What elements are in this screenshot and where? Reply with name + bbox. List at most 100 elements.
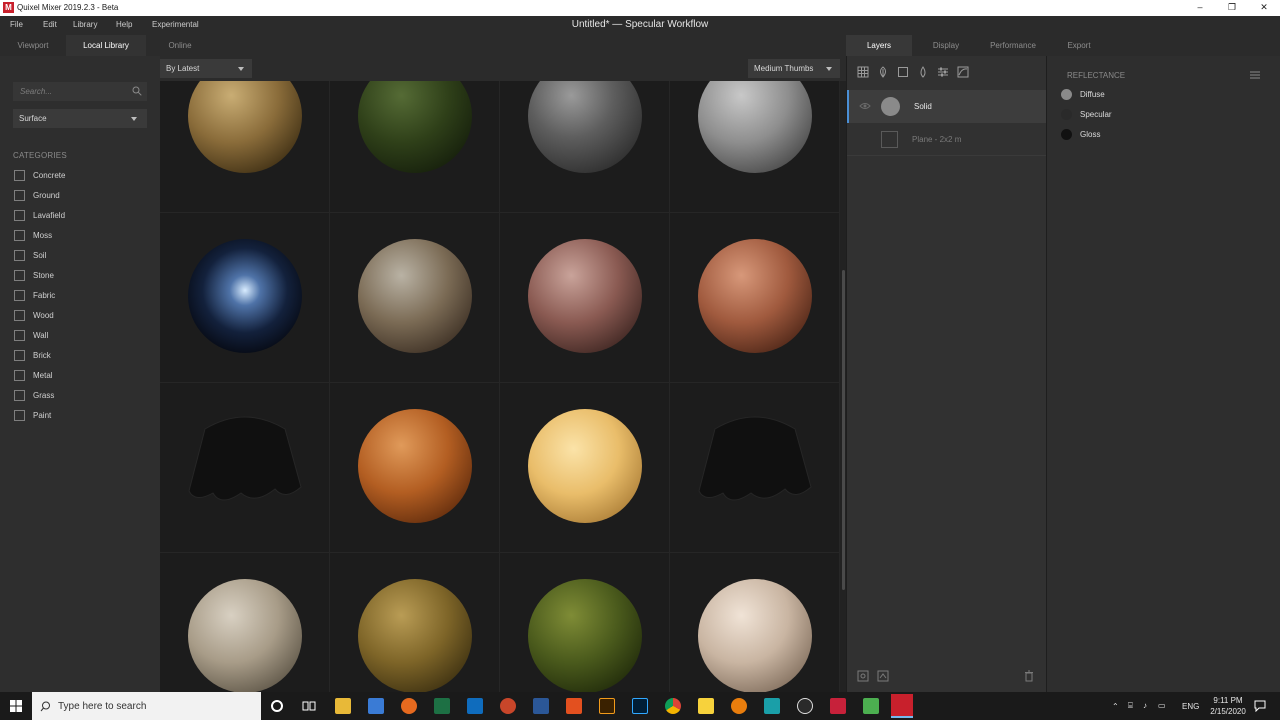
checkbox[interactable] bbox=[14, 190, 25, 201]
asset-thumbnail bbox=[528, 579, 642, 692]
thumbnail-size-dropdown[interactable]: Medium Thumbs bbox=[748, 59, 840, 78]
menu-edit[interactable]: Edit bbox=[43, 20, 57, 29]
checkbox[interactable] bbox=[14, 290, 25, 301]
checkbox[interactable] bbox=[14, 330, 25, 341]
color-swatch[interactable] bbox=[1061, 129, 1072, 140]
asset-tile[interactable] bbox=[330, 81, 500, 213]
search-icon[interactable] bbox=[132, 86, 142, 96]
asset-tile[interactable] bbox=[670, 81, 840, 213]
tab-display[interactable]: Display bbox=[912, 35, 980, 56]
chevron-up-icon[interactable]: ⌃ bbox=[1112, 702, 1119, 711]
outlook-icon[interactable] bbox=[467, 698, 483, 714]
asset-tile[interactable] bbox=[330, 213, 500, 383]
sticky-notes-icon[interactable] bbox=[698, 698, 714, 714]
blender-icon[interactable] bbox=[731, 698, 747, 714]
minimize-button[interactable]: – bbox=[1184, 0, 1216, 16]
substance-icon[interactable] bbox=[830, 698, 846, 714]
asset-tile[interactable] bbox=[160, 213, 330, 383]
checkbox[interactable] bbox=[14, 210, 25, 221]
add-layer-icon[interactable] bbox=[857, 670, 869, 682]
maximize-button[interactable]: ❐ bbox=[1216, 0, 1248, 16]
asset-tile[interactable] bbox=[500, 553, 670, 692]
asset-tile[interactable] bbox=[330, 553, 500, 692]
menu-help[interactable]: Help bbox=[116, 20, 132, 29]
asset-tile[interactable] bbox=[500, 213, 670, 383]
clock-date[interactable]: 2/15/2020 bbox=[1204, 707, 1252, 716]
asset-tile[interactable] bbox=[500, 383, 670, 553]
color-swatch[interactable] bbox=[1061, 89, 1072, 100]
asset-thumbnail bbox=[358, 81, 472, 173]
photoshop-icon[interactable] bbox=[632, 698, 648, 714]
battery-icon[interactable]: ▭ bbox=[1158, 701, 1166, 710]
tab-performance[interactable]: Performance bbox=[980, 35, 1046, 56]
asset-tile[interactable] bbox=[330, 383, 500, 553]
taskbar-search-box[interactable]: Type here to search bbox=[32, 692, 261, 720]
checkbox[interactable] bbox=[14, 170, 25, 181]
add-mask-icon[interactable] bbox=[877, 670, 889, 682]
asset-tile[interactable] bbox=[160, 383, 330, 553]
unreal-engine-icon[interactable] bbox=[797, 698, 813, 714]
tab-layers[interactable]: Layers bbox=[846, 35, 912, 56]
asset-tile[interactable] bbox=[670, 553, 840, 692]
tab-online[interactable]: Online bbox=[146, 35, 214, 56]
cortana-icon[interactable] bbox=[271, 700, 283, 712]
layer-row-solid[interactable]: Solid bbox=[847, 90, 1046, 123]
chrome-icon[interactable] bbox=[665, 698, 681, 714]
clock-time[interactable]: 9:11 PM bbox=[1210, 696, 1246, 705]
eye-icon[interactable] bbox=[859, 102, 871, 110]
square-icon[interactable] bbox=[897, 66, 909, 78]
search-input[interactable]: Search... bbox=[13, 82, 147, 101]
checkbox[interactable] bbox=[14, 270, 25, 281]
sliders-icon[interactable] bbox=[937, 66, 949, 78]
file-explorer-icon[interactable] bbox=[335, 698, 351, 714]
asset-tile[interactable] bbox=[160, 81, 330, 213]
notification-icon[interactable] bbox=[1254, 700, 1266, 712]
asset-tile[interactable] bbox=[500, 81, 670, 213]
tab-export[interactable]: Export bbox=[1046, 35, 1112, 56]
network-icon[interactable]: ⌸ bbox=[1128, 701, 1133, 711]
trash-icon[interactable] bbox=[1023, 670, 1035, 682]
menu-icon[interactable] bbox=[1250, 70, 1260, 80]
windows-start-icon[interactable] bbox=[10, 700, 22, 712]
brave-icon[interactable] bbox=[566, 698, 582, 714]
menu-experimental[interactable]: Experimental bbox=[152, 20, 199, 29]
word-icon[interactable] bbox=[533, 698, 549, 714]
checkbox[interactable] bbox=[14, 230, 25, 241]
curve-icon[interactable] bbox=[957, 66, 969, 78]
sort-dropdown[interactable]: By Latest bbox=[160, 59, 252, 78]
tab-local-library[interactable]: Local Library bbox=[66, 35, 146, 56]
checkbox[interactable] bbox=[14, 390, 25, 401]
maps-icon[interactable] bbox=[863, 698, 879, 714]
asset-type-dropdown[interactable]: Surface bbox=[13, 109, 147, 128]
store-icon[interactable] bbox=[368, 698, 384, 714]
close-button[interactable]: ✕ bbox=[1248, 0, 1280, 16]
property-label: Diffuse bbox=[1080, 90, 1105, 99]
megascans-bridge-icon[interactable] bbox=[764, 698, 780, 714]
menu-library[interactable]: Library bbox=[73, 20, 97, 29]
color-swatch[interactable] bbox=[1061, 109, 1072, 120]
quixel-mixer-taskbar-icon[interactable] bbox=[891, 694, 913, 718]
asset-tile[interactable] bbox=[160, 553, 330, 692]
asset-tile[interactable] bbox=[670, 383, 840, 553]
checkbox[interactable] bbox=[14, 410, 25, 421]
drop-icon[interactable] bbox=[917, 66, 929, 78]
asset-tile[interactable] bbox=[670, 213, 840, 383]
layer-row-plane[interactable]: Plane - 2x2 m bbox=[847, 123, 1046, 156]
grid-layer-icon[interactable] bbox=[857, 66, 869, 78]
illustrator-icon[interactable] bbox=[599, 698, 615, 714]
checkbox[interactable] bbox=[14, 250, 25, 261]
excel-icon[interactable] bbox=[434, 698, 450, 714]
powerpoint-icon[interactable] bbox=[500, 698, 516, 714]
checkbox[interactable] bbox=[14, 310, 25, 321]
tab-viewport[interactable]: Viewport bbox=[0, 35, 66, 56]
checkbox[interactable] bbox=[14, 350, 25, 361]
task-view-icon[interactable] bbox=[302, 700, 316, 712]
asset-thumbnail bbox=[188, 239, 302, 353]
grid-scrollbar-thumb[interactable] bbox=[842, 270, 845, 590]
checkbox[interactable] bbox=[14, 370, 25, 381]
volume-icon[interactable]: ♪ bbox=[1143, 701, 1147, 710]
leaf-icon[interactable] bbox=[877, 66, 889, 78]
menu-file[interactable]: File bbox=[10, 20, 23, 29]
firefox-icon[interactable] bbox=[401, 698, 417, 714]
language-indicator[interactable]: ENG bbox=[1182, 702, 1199, 711]
